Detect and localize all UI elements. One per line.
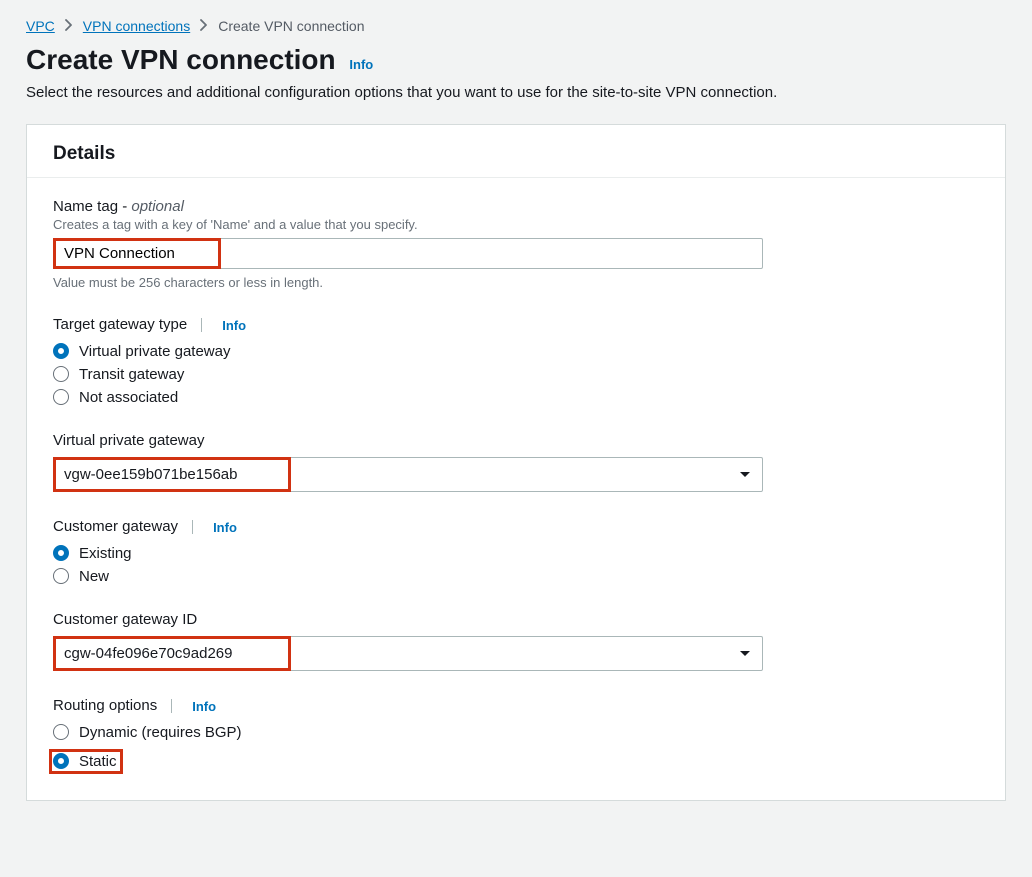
radio-static[interactable]: Static: [53, 753, 117, 770]
vpg-label: Virtual private gateway: [53, 432, 979, 449]
chevron-right-icon: [200, 18, 208, 34]
radio-icon: [53, 568, 69, 584]
radio-icon: [53, 724, 69, 740]
page-description: Select the resources and additional conf…: [26, 82, 1006, 104]
cgw-id-select[interactable]: cgw-04fe096e70c9ad269: [53, 636, 763, 671]
customer-gateway-group: Customer gateway Info Existing New: [53, 518, 979, 585]
name-tag-group: Name tag - optional Creates a tag with a…: [53, 198, 979, 290]
radio-icon: [53, 366, 69, 382]
target-gateway-info-link[interactable]: Info: [222, 318, 246, 333]
page-info-link[interactable]: Info: [349, 57, 373, 72]
vpg-select[interactable]: vgw-0ee159b071be156ab: [53, 457, 763, 492]
radio-new[interactable]: New: [53, 568, 979, 585]
name-tag-constraint: Value must be 256 characters or less in …: [53, 275, 979, 290]
radio-label: Static: [79, 753, 117, 770]
cgw-id-label: Customer gateway ID: [53, 611, 979, 628]
radio-icon: [53, 343, 69, 359]
breadcrumb-current: Create VPN connection: [218, 18, 364, 34]
radio-label: Transit gateway: [79, 366, 184, 383]
vpg-selected-value: vgw-0ee159b071be156ab: [64, 466, 238, 483]
target-gateway-label: Target gateway type: [53, 316, 187, 333]
customer-gateway-id-group: Customer gateway ID cgw-04fe096e70c9ad26…: [53, 611, 979, 671]
virtual-private-gateway-group: Virtual private gateway vgw-0ee159b071be…: [53, 432, 979, 492]
routing-info-link[interactable]: Info: [192, 699, 216, 714]
radio-dynamic[interactable]: Dynamic (requires BGP): [53, 724, 979, 741]
customer-gateway-label: Customer gateway: [53, 518, 178, 535]
page-title: Create VPN connection Info: [26, 44, 1006, 76]
cgw-id-selected-value: cgw-04fe096e70c9ad269: [64, 645, 232, 662]
radio-transit-gateway[interactable]: Transit gateway: [53, 366, 979, 383]
breadcrumb: VPC VPN connections Create VPN connectio…: [26, 18, 1006, 34]
routing-options-group: Routing options Info Dynamic (requires B…: [53, 697, 979, 776]
radio-virtual-private-gateway[interactable]: Virtual private gateway: [53, 343, 979, 360]
chevron-right-icon: [65, 18, 73, 34]
name-tag-label: Name tag - optional: [53, 198, 979, 215]
breadcrumb-vpn-connections[interactable]: VPN connections: [83, 18, 190, 34]
radio-label: Dynamic (requires BGP): [79, 724, 242, 741]
radio-label: Not associated: [79, 389, 178, 406]
radio-label: New: [79, 568, 109, 585]
details-panel: Details Name tag - optional Creates a ta…: [26, 124, 1006, 801]
radio-not-associated[interactable]: Not associated: [53, 389, 979, 406]
radio-icon: [53, 545, 69, 561]
panel-title: Details: [27, 125, 1005, 178]
name-tag-input[interactable]: [53, 238, 763, 269]
name-tag-desc: Creates a tag with a key of 'Name' and a…: [53, 217, 979, 232]
breadcrumb-vpc[interactable]: VPC: [26, 18, 55, 34]
routing-label: Routing options: [53, 697, 157, 714]
radio-icon: [53, 389, 69, 405]
radio-existing[interactable]: Existing: [53, 545, 979, 562]
radio-label: Existing: [79, 545, 132, 562]
customer-gateway-info-link[interactable]: Info: [213, 520, 237, 535]
target-gateway-type-group: Target gateway type Info Virtual private…: [53, 316, 979, 406]
radio-label: Virtual private gateway: [79, 343, 230, 360]
radio-icon: [53, 753, 69, 769]
